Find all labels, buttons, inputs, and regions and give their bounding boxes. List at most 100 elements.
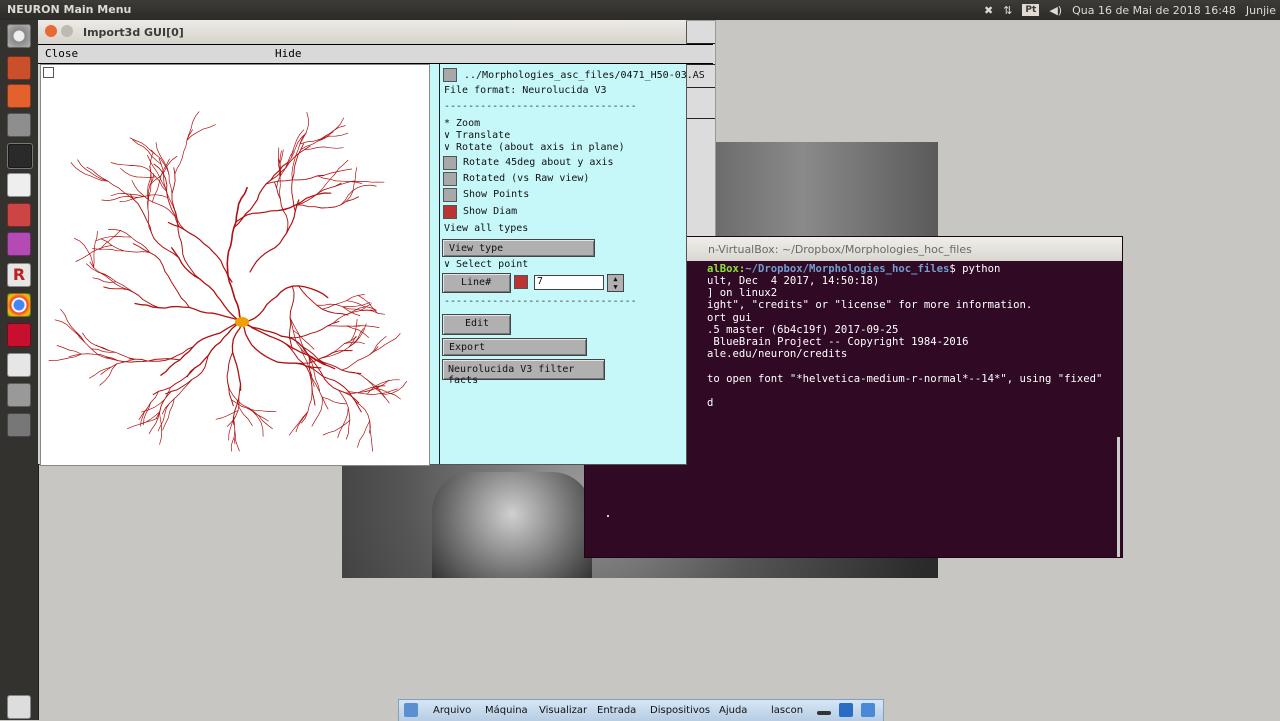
rotated-raw-checkbox[interactable]	[443, 172, 457, 186]
rotate45-button[interactable]	[443, 156, 457, 170]
file-path: ../Morphologies_asc_files/0471_H50-03.AS	[464, 70, 705, 81]
menu-maquina[interactable]: Máquina	[485, 705, 528, 716]
pin-icon[interactable]	[404, 703, 418, 717]
trash-icon[interactable]	[7, 695, 31, 719]
terminal-icon[interactable]	[7, 143, 33, 169]
dendrite-segment	[55, 320, 85, 342]
volume-icon[interactable]: ◀)	[1049, 4, 1062, 17]
dendrite-segment	[275, 182, 288, 233]
prompt-user: alBox:	[707, 263, 745, 275]
terminal-scrollbar[interactable]	[1117, 437, 1120, 557]
rotate-radio[interactable]: ∨ Rotate (about axis in plane)	[444, 142, 625, 153]
minimize-icon[interactable]	[61, 25, 73, 37]
network-icon[interactable]: ⇅	[1003, 4, 1012, 17]
system-monitor-icon[interactable]	[7, 203, 31, 227]
close-menu-button[interactable]: Close	[45, 47, 78, 60]
show-points-checkbox[interactable]	[443, 188, 457, 202]
hide-menu-button[interactable]: Hide	[275, 47, 302, 60]
divider-1: --------------------------------	[444, 101, 637, 112]
text-editor-icon[interactable]	[7, 173, 31, 197]
close-vm-icon[interactable]	[861, 703, 875, 717]
import3d-titlebar[interactable]: Import3d GUI[0]	[38, 20, 686, 44]
keyboard-layout-indicator[interactable]: Pt	[1022, 4, 1039, 16]
drive-icon[interactable]	[7, 413, 31, 437]
show-diam-checkbox[interactable]	[443, 205, 457, 219]
filter-facts-button[interactable]: Neurolucida V3 filter facts	[442, 359, 605, 380]
dendrite-segment	[231, 437, 234, 451]
dendrite-segment	[57, 346, 81, 355]
file-path-row: ../Morphologies_asc_files/0471_H50-03.AS	[440, 67, 686, 85]
gedit-icon[interactable]	[7, 353, 31, 377]
dendrite-segment	[133, 140, 162, 165]
dendrite-segment	[166, 356, 209, 394]
dendrite-segment	[379, 381, 406, 394]
dendrite-segment	[358, 421, 370, 447]
chrome-icon[interactable]	[7, 293, 31, 317]
launcher: R	[0, 20, 39, 720]
divider-2: --------------------------------	[444, 296, 637, 307]
prompt-path: ~/Dropbox/Morphologies_hoc_files	[745, 263, 949, 275]
filter-facts-label: Neurolucida V3 filter facts	[448, 364, 604, 386]
clock[interactable]: Qua 16 de Mai de 2018 16:48	[1072, 4, 1236, 17]
morphology-canvas[interactable]	[40, 64, 430, 466]
show-points-label: Show Points	[463, 189, 529, 200]
dendrite-segment	[347, 326, 369, 338]
close-icon[interactable]	[45, 25, 57, 37]
line-checkbox[interactable]	[514, 275, 528, 289]
menu-entrada[interactable]: Entrada	[597, 705, 636, 716]
dendrite-segment	[161, 322, 242, 375]
zoom-radio[interactable]: * Zoom	[444, 118, 480, 129]
user-menu[interactable]: Junjie	[1246, 4, 1276, 17]
dendrite-segment	[305, 147, 344, 150]
menu-dispositivos[interactable]: Dispositivos	[650, 705, 710, 716]
line-number-button[interactable]: Line#	[442, 273, 511, 293]
select-point-radio[interactable]: ∨ Select point	[444, 259, 528, 270]
dendrite-segment	[101, 359, 135, 374]
view-type-label: View type	[449, 243, 503, 254]
dendrite-segment	[173, 207, 200, 279]
minimize-vm-icon[interactable]	[817, 711, 831, 715]
line-number-field[interactable]: 7	[534, 275, 604, 290]
edit-label: Edit	[465, 318, 489, 329]
dendrite-segment	[347, 301, 376, 310]
mendeley-icon[interactable]	[7, 323, 31, 347]
view-type-button[interactable]: View type	[442, 239, 595, 257]
terminal2-icon[interactable]	[7, 232, 31, 256]
dendrite-segment	[322, 397, 346, 404]
file-choose-button[interactable]	[443, 68, 457, 82]
export-label: Export	[449, 342, 485, 353]
dendrite-segment	[336, 181, 385, 186]
dendrite-segment	[237, 400, 252, 425]
edit-button[interactable]: Edit	[442, 314, 511, 335]
window-title: Import3d GUI[0]	[83, 26, 184, 39]
files-icon[interactable]	[7, 56, 31, 80]
terminal-output-line: ort gui	[707, 312, 752, 324]
dendrite-segment	[235, 431, 240, 451]
ubuntu-software-icon[interactable]	[7, 84, 31, 108]
terminal-output-line: ult, Dec 4 2017, 14:50:18)	[707, 275, 879, 287]
terminal-output-line: d	[707, 397, 713, 409]
terminal-title: n-VirtualBox: ~/Dropbox/Morphologies_hoc…	[708, 243, 972, 256]
import3d-window[interactable]: Import3d GUI[0] Close Hide ../Morphologi…	[38, 20, 686, 464]
prompt-command: $ python	[949, 263, 1000, 275]
menu-visualizar[interactable]: Visualizar	[539, 705, 587, 716]
terminal-output-line: ale.edu/neuron/credits	[707, 348, 847, 360]
dendrite-segment	[83, 333, 109, 351]
r-icon[interactable]: R	[7, 263, 31, 287]
dendrite-segment	[351, 319, 357, 341]
disk-icon[interactable]	[7, 383, 31, 407]
settings-icon[interactable]	[7, 113, 31, 137]
virtualbox-menu-bar: Arquivo Máquina Visualizar Entrada Dispo…	[398, 699, 884, 721]
menu-arquivo[interactable]: Arquivo	[433, 705, 471, 716]
line-number-stepper[interactable]: ▲▼	[607, 274, 624, 292]
export-button[interactable]: Export	[442, 338, 587, 356]
screen-icon[interactable]	[839, 703, 853, 717]
dash-icon[interactable]	[7, 24, 31, 48]
translate-radio[interactable]: ∨ Translate	[444, 130, 510, 141]
panel-separator	[430, 64, 439, 464]
terminal-output-line: ight", "credits" or "license" for more i…	[707, 299, 1032, 311]
dropbox-icon[interactable]: ✖	[984, 4, 993, 17]
menu-ajuda[interactable]: Ajuda	[719, 705, 747, 716]
robot-image	[432, 472, 592, 578]
dendrite-segment	[172, 168, 185, 230]
